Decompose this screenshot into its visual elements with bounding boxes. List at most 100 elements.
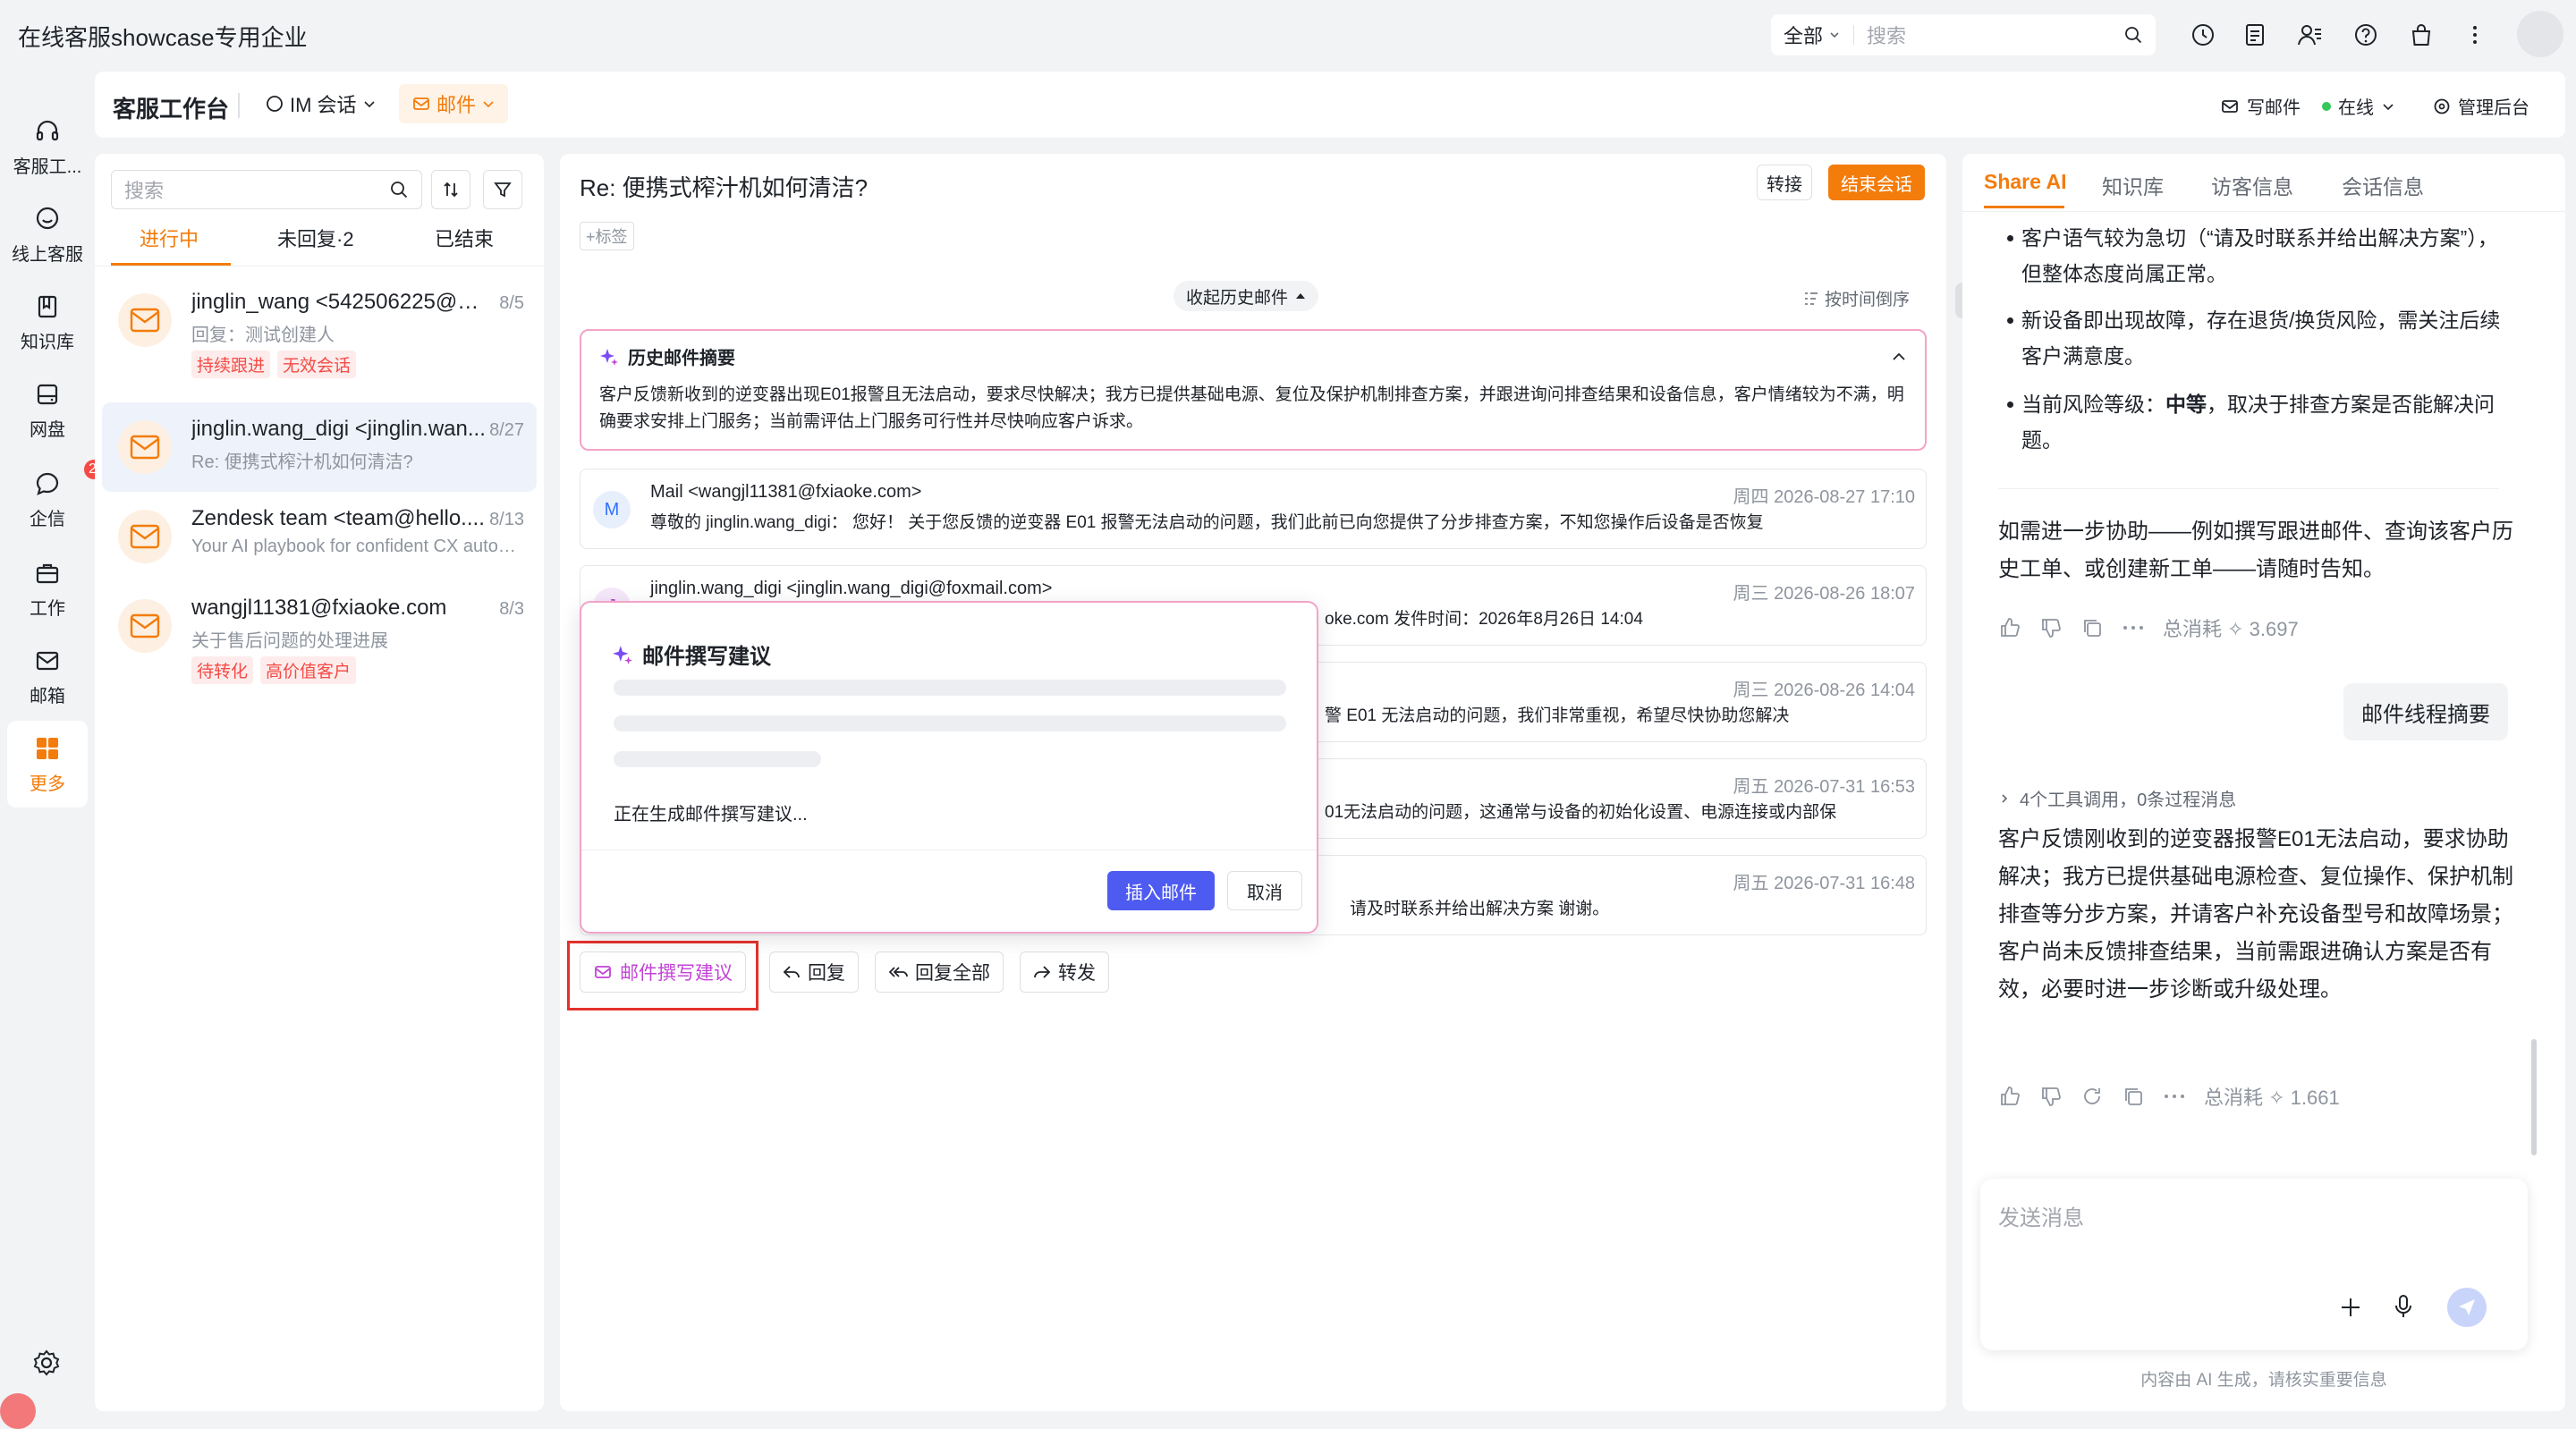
sort-list-icon [1805, 292, 1818, 305]
search-scope-select[interactable]: 全部 [1784, 21, 1841, 49]
end-session-button[interactable]: 结束会话 [1828, 165, 1925, 200]
drive-icon [32, 379, 63, 410]
item-tags: 待转化 高价值客户 [191, 656, 357, 684]
more-horizontal-icon[interactable] [2122, 624, 2145, 631]
plus-icon[interactable] [2338, 1295, 2363, 1320]
reply-button[interactable]: 回复 [769, 951, 859, 993]
add-tag-button[interactable]: +标签 [580, 222, 634, 250]
cancel-button[interactable]: 取消 [1227, 871, 1302, 910]
tab-ended[interactable]: 已结束 [435, 224, 494, 252]
regenerate-icon[interactable] [2080, 1085, 2104, 1108]
contacts-icon[interactable] [2295, 20, 2326, 50]
microphone-icon[interactable] [2392, 1293, 2415, 1320]
mail-message[interactable]: M Mail <wangjl11381@fxiaoke.com> 周四 2026… [580, 469, 1927, 549]
tab-unreplied[interactable]: 未回复·2 [277, 224, 354, 252]
button-label: 写邮件 [2247, 98, 2301, 118]
admin-console-link[interactable]: 管理后台 [2433, 93, 2529, 119]
nav-item-mailbox[interactable]: 邮箱 [0, 646, 95, 707]
tab-in-progress[interactable]: 进行中 [140, 224, 199, 252]
thumbs-down-icon[interactable] [2039, 1085, 2063, 1108]
company-name: 在线客服showcase专用企业 [18, 24, 308, 51]
sort-button[interactable] [431, 170, 470, 209]
mail-subject: Re: 便携式榨汁机如何清洁? [580, 174, 869, 201]
mail-suggestion-button[interactable]: 邮件撰写建议 [580, 951, 746, 993]
message-composer[interactable]: 发送消息 [1980, 1179, 2528, 1350]
nav-item-knowledge[interactable]: 知识库 [0, 292, 95, 353]
caret-up-icon [1296, 293, 1306, 299]
global-search[interactable]: 全部 搜索 [1771, 14, 2156, 55]
more-horizontal-icon[interactable] [2163, 1093, 2186, 1100]
thumbs-down-icon[interactable] [2039, 616, 2063, 639]
chat-bubble-icon [32, 204, 63, 234]
tab-visitor-info[interactable]: 访客信息 [2211, 170, 2293, 200]
reply-all-button[interactable]: 回复全部 [875, 951, 1004, 993]
settings-gear-icon[interactable] [32, 1349, 61, 1377]
user-message-bubble: 邮件线程摘要 [2343, 683, 2508, 740]
sort-by-time-button[interactable]: 按时间倒序 [1803, 286, 1910, 310]
online-status-select[interactable]: 在线 [2322, 93, 2395, 119]
divider [1998, 488, 2499, 489]
tab-knowledge-base[interactable]: 知识库 [2102, 170, 2164, 200]
task-list-icon[interactable] [2240, 20, 2270, 50]
conversation-search-input[interactable]: 搜索 [111, 170, 422, 209]
sender-name: wangjl11381@fxiaoke.com [191, 596, 447, 620]
copy-icon[interactable] [2122, 1085, 2145, 1108]
copy-icon[interactable] [2080, 616, 2104, 639]
thumbs-up-icon[interactable] [1998, 616, 2021, 639]
scrollbar[interactable] [2531, 1039, 2537, 1155]
tab-session-info[interactable]: 会话信息 [2342, 170, 2424, 200]
user-avatar[interactable] [2517, 11, 2563, 57]
mail-preview: oke.com 发件时间：2026年8月26日 14:04 [1325, 610, 1643, 629]
ai-feedback-bar: 总消耗 ✧ 1.661 [1998, 1082, 2340, 1111]
list-item[interactable]: jinglin_wang <542506225@qq... 8/5 回复：测试创… [102, 275, 537, 378]
insert-mail-button[interactable]: 插入邮件 [1107, 871, 1215, 910]
token-usage: 总消耗 ✧ 3.697 [2163, 618, 2299, 640]
risk-level: 中等 [2165, 393, 2207, 416]
send-button[interactable] [2447, 1288, 2487, 1327]
nav-label: 邮箱 [30, 687, 65, 706]
ai-answer-text: 客户反馈刚收到的逆变器报警E01无法启动，要求协助解决；我方已提供基础电源检查、… [1998, 827, 2513, 1002]
thumbs-up-icon[interactable] [1998, 1085, 2021, 1108]
nav-item-more[interactable]: 更多 [7, 721, 88, 808]
filter-button[interactable] [483, 170, 522, 209]
message-input[interactable]: 发送消息 [1998, 1200, 2084, 1231]
status-dot [2322, 101, 2331, 111]
list-item-selected[interactable]: jinglin.wang_digi <jinglin.wan... 8/27 R… [102, 402, 537, 492]
button-label: 邮件撰写建议 [620, 963, 733, 984]
sparkle-icon [600, 348, 618, 366]
list-item[interactable]: wangjl11381@fxiaoke.com 8/3 关于售后问题的处理进展 … [102, 581, 537, 684]
chevron-up-icon[interactable] [1889, 347, 1909, 367]
tool-calls-toggle[interactable]: 4个工具调用，0条过程消息 [1998, 785, 2236, 811]
write-mail-button[interactable]: 写邮件 [2220, 93, 2301, 119]
reply-icon [783, 966, 800, 978]
nav-label: 企信 [30, 510, 65, 529]
floating-assistant-dot[interactable] [0, 1393, 36, 1429]
help-icon[interactable] [2351, 20, 2381, 50]
more-vertical-icon[interactable] [2460, 20, 2490, 50]
tag: 待转化 [191, 656, 254, 684]
item-preview: Your AI playbook for confident CX autom.… [191, 537, 522, 556]
nav-item-online-service[interactable]: 线上客服 [0, 204, 95, 266]
nav-item-work[interactable]: 工作 [0, 558, 95, 620]
history-clock-icon[interactable] [2188, 20, 2218, 50]
tab-im-session[interactable]: IM 会话 [252, 84, 389, 123]
transfer-button[interactable]: 转接 [1757, 165, 1812, 200]
mail-time: 周四 2026-08-27 17:10 [1733, 487, 1915, 507]
forward-icon [1034, 966, 1051, 978]
item-preview: 回复：测试创建人 [191, 326, 335, 345]
nav-label: 更多 [30, 774, 65, 794]
tab-mail[interactable]: 邮件 [399, 84, 509, 123]
book-icon [32, 292, 63, 322]
search-icon[interactable] [2123, 25, 2143, 45]
tab-share-ai[interactable]: Share AI [1984, 170, 2066, 194]
nav-item-drive[interactable]: 网盘 [0, 379, 95, 441]
nav-item-messenger[interactable]: 21 企信 [0, 460, 109, 530]
mail-envelope-icon [118, 510, 172, 563]
workbench-title: 客服工作台 [113, 96, 230, 123]
shopping-bag-icon[interactable] [2406, 20, 2436, 50]
search-input[interactable]: 搜索 [1867, 21, 2123, 49]
forward-button[interactable]: 转发 [1020, 951, 1109, 993]
collapse-history-button[interactable]: 收起历史邮件 [1174, 281, 1319, 311]
nav-item-workbench[interactable]: 客服工... [0, 116, 95, 178]
list-item[interactable]: Zendesk team <team@hello.... 8/13 Your A… [102, 492, 537, 581]
